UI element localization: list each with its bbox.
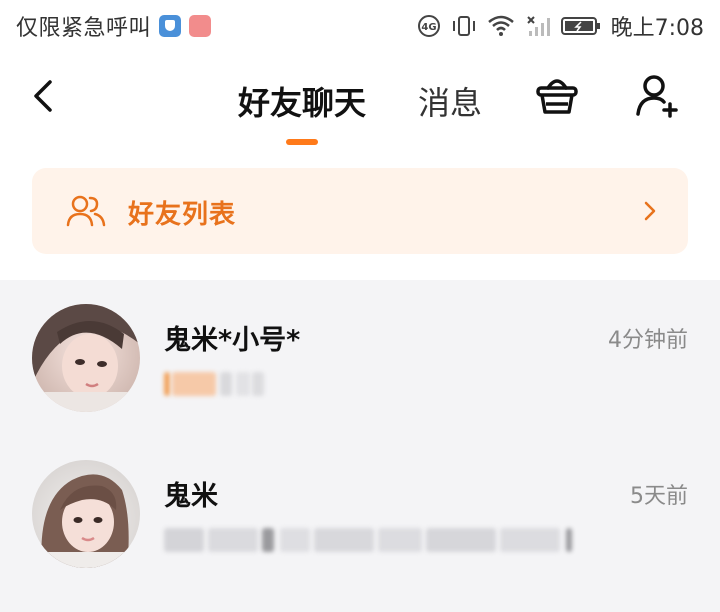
back-arrow-icon bbox=[34, 80, 52, 112]
basket-icon bbox=[536, 79, 578, 114]
message-time: 5天前 bbox=[630, 484, 688, 509]
carrier-text: 仅限紧急呼叫 bbox=[16, 16, 152, 41]
friends-icon bbox=[66, 195, 106, 227]
basket-button[interactable] bbox=[534, 72, 580, 118]
contact-name: 鬼米*小号* bbox=[164, 325, 301, 356]
tab-friend-chat[interactable]: 好友聊天 bbox=[238, 78, 366, 124]
add-user-icon bbox=[636, 75, 678, 118]
status-right: 4G 晚上7:08 bbox=[407, 10, 704, 42]
status-bar: 仅限紧急呼叫 4G 晚上7:08 bbox=[0, 0, 720, 52]
volte-icon: 4G bbox=[417, 14, 441, 38]
vibrate-icon bbox=[451, 14, 477, 38]
chevron-right-icon bbox=[644, 201, 656, 221]
avatar bbox=[32, 304, 140, 412]
battery-icon bbox=[560, 14, 601, 38]
signal-icon bbox=[525, 14, 551, 38]
friend-list-banner[interactable]: 好友列表 bbox=[32, 168, 688, 254]
status-left: 仅限紧急呼叫 bbox=[16, 10, 212, 42]
active-tab-indicator bbox=[286, 139, 318, 145]
back-button[interactable] bbox=[28, 74, 64, 118]
conversation-item[interactable]: 鬼米*小号* 4分钟前 bbox=[0, 280, 720, 436]
conversation-list: 鬼米*小号* 4分钟前 鬼米 5天前 bbox=[0, 280, 720, 612]
add-friend-button[interactable] bbox=[634, 72, 680, 118]
wifi-icon bbox=[487, 14, 515, 38]
avatar bbox=[32, 460, 140, 568]
message-preview-blurred bbox=[164, 372, 274, 396]
friend-list-label: 好友列表 bbox=[128, 200, 237, 230]
message-preview-blurred bbox=[164, 528, 584, 552]
contact-name: 鬼米 bbox=[164, 481, 218, 512]
message-time: 4分钟前 bbox=[608, 328, 688, 353]
nav-bar: 好友聊天 消息 bbox=[0, 52, 720, 152]
tab-messages[interactable]: 消息 bbox=[418, 78, 482, 124]
svg-text:4G: 4G bbox=[421, 22, 436, 33]
conversation-item[interactable]: 鬼米 5天前 bbox=[0, 436, 720, 592]
clock: 晚上7:08 bbox=[610, 16, 704, 41]
shield-app-icon bbox=[159, 15, 182, 37]
shopping-app-icon bbox=[189, 15, 212, 37]
